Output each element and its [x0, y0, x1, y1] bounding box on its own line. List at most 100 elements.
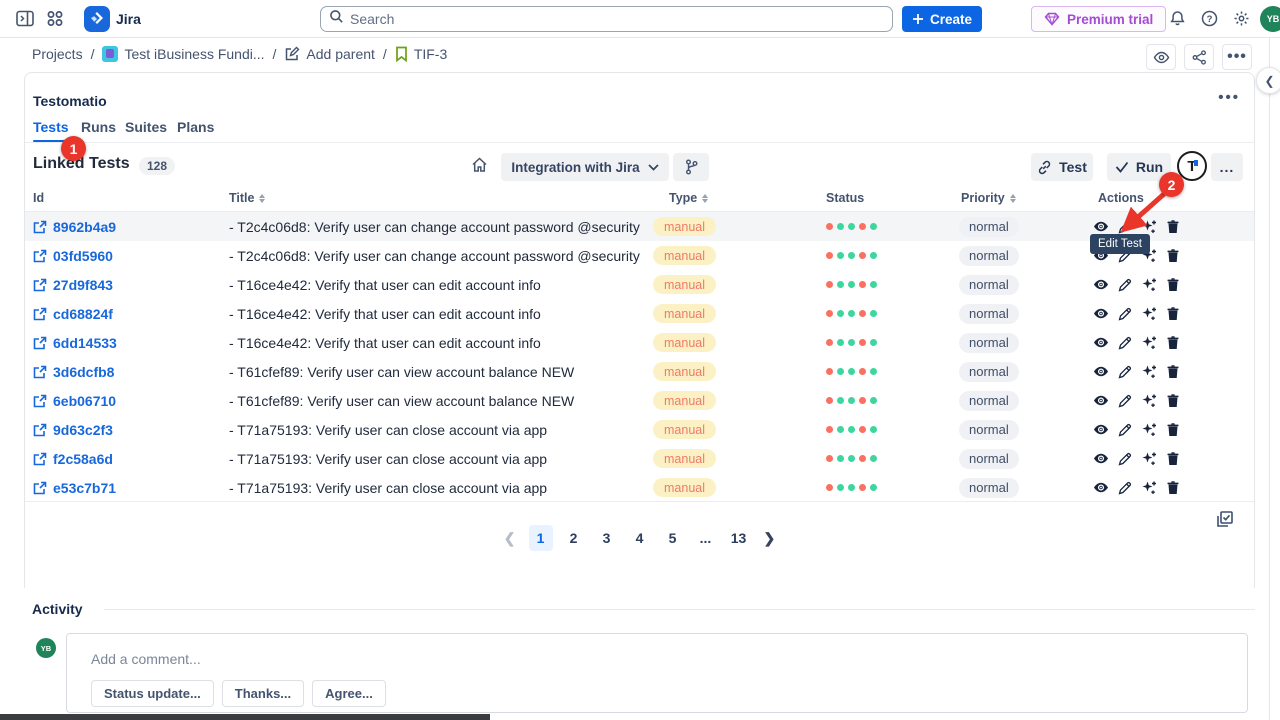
test-id-link[interactable]: 3d6dcfb8: [33, 357, 114, 386]
breadcrumb-project[interactable]: Test iBusiness Fundi...: [102, 46, 264, 62]
table-row[interactable]: 6eb06710- T61cfef89: Verify user can vie…: [25, 386, 1254, 415]
delete-button[interactable]: [1166, 451, 1180, 466]
create-button[interactable]: Create: [902, 6, 982, 32]
ai-button[interactable]: [1141, 422, 1157, 437]
delete-button[interactable]: [1166, 393, 1180, 408]
edit-pencil-icon: [1118, 307, 1132, 321]
ai-button[interactable]: [1141, 393, 1157, 408]
premium-trial-button[interactable]: Premium trial: [1031, 6, 1166, 32]
edit-button[interactable]: [1118, 278, 1132, 292]
table-row[interactable]: 8962b4a9- T2c4c06d8: Verify user can cha…: [25, 212, 1254, 241]
delete-button[interactable]: [1166, 219, 1180, 234]
view-button[interactable]: [1093, 336, 1109, 349]
table-row[interactable]: f2c58a6d- T71a75193: Verify user can clo…: [25, 444, 1254, 473]
pagination-prev[interactable]: ❮: [500, 530, 520, 547]
ai-button[interactable]: [1141, 306, 1157, 321]
delete-button[interactable]: [1166, 364, 1180, 379]
delete-button[interactable]: [1166, 335, 1180, 350]
quick-reply-thanks[interactable]: Thanks...: [222, 680, 304, 707]
pagination-page-4[interactable]: 4: [628, 525, 652, 551]
tab-plans[interactable]: Plans: [177, 119, 214, 135]
home-icon[interactable]: [471, 157, 488, 178]
more-actions-button[interactable]: •••: [1222, 44, 1252, 70]
edit-button[interactable]: [1118, 394, 1132, 408]
test-id-link[interactable]: cd68824f: [33, 299, 113, 328]
ai-button[interactable]: [1141, 364, 1157, 379]
delete-button[interactable]: [1166, 422, 1180, 437]
delete-button[interactable]: [1166, 277, 1180, 292]
view-button[interactable]: [1093, 278, 1109, 291]
notifications-bell-icon[interactable]: [1169, 10, 1186, 27]
test-id-link[interactable]: 03fd5960: [33, 241, 113, 270]
delete-button[interactable]: [1166, 480, 1180, 495]
test-id-link[interactable]: f2c58a6d: [33, 444, 113, 473]
comment-box[interactable]: Add a comment... Status update... Thanks…: [66, 633, 1248, 713]
share-button[interactable]: [1184, 44, 1214, 70]
edit-button[interactable]: [1118, 220, 1132, 234]
test-id-link[interactable]: 8962b4a9: [33, 212, 116, 241]
edit-button[interactable]: [1118, 307, 1132, 321]
view-button[interactable]: [1093, 481, 1109, 494]
help-icon[interactable]: ?: [1201, 10, 1218, 27]
test-id-link[interactable]: 9d63c2f3: [33, 415, 113, 444]
table-row[interactable]: 03fd5960- T2c4c06d8: Verify user can cha…: [25, 241, 1254, 270]
delete-button[interactable]: [1166, 306, 1180, 321]
pagination-page-3[interactable]: 3: [595, 525, 619, 551]
quick-reply-status-update[interactable]: Status update...: [91, 680, 214, 707]
edit-button[interactable]: [1118, 365, 1132, 379]
sidebar-toggle-icon[interactable]: [16, 10, 34, 27]
panel-more-button[interactable]: •••: [1218, 89, 1240, 106]
view-button[interactable]: [1093, 365, 1109, 378]
global-search[interactable]: [320, 6, 893, 32]
settings-gear-icon[interactable]: [1233, 10, 1250, 27]
ai-button[interactable]: [1141, 480, 1157, 495]
ai-button[interactable]: [1141, 277, 1157, 292]
quick-reply-agree[interactable]: Agree...: [312, 680, 386, 707]
tab-suites[interactable]: Suites: [125, 119, 167, 135]
pagination-page-2[interactable]: 2: [562, 525, 586, 551]
table-row[interactable]: e53c7b71- T71a75193: Verify user can clo…: [25, 473, 1254, 502]
edit-button[interactable]: [1118, 423, 1132, 437]
comment-input[interactable]: Add a comment...: [91, 651, 201, 667]
table-row[interactable]: cd68824f- T16ce4e42: Verify that user ca…: [25, 299, 1254, 328]
ai-button[interactable]: [1141, 219, 1157, 234]
table-row[interactable]: 3d6dcfb8- T61cfef89: Verify user can vie…: [25, 357, 1254, 386]
view-button[interactable]: [1093, 452, 1109, 465]
git-branch-button[interactable]: [673, 153, 709, 181]
test-id-link[interactable]: e53c7b71: [33, 473, 116, 502]
pagination-page-1[interactable]: 1: [529, 525, 553, 551]
tab-runs[interactable]: Runs: [81, 119, 116, 135]
pagination-next[interactable]: ❯: [760, 530, 780, 547]
issue-key-link[interactable]: TIF-3: [395, 46, 447, 62]
pagination-page-13[interactable]: 13: [727, 525, 751, 551]
panel-more-menu-button[interactable]: ...: [1211, 153, 1243, 181]
test-id-link[interactable]: 6eb06710: [33, 386, 116, 415]
table-row[interactable]: 27d9f843- T16ce4e42: Verify that user ca…: [25, 270, 1254, 299]
collapse-rail-button[interactable]: ❮: [1256, 67, 1280, 94]
jira-logo-icon[interactable]: [84, 6, 110, 32]
tab-tests[interactable]: Tests: [33, 119, 69, 135]
ai-button[interactable]: [1141, 451, 1157, 466]
test-id-link[interactable]: 6dd14533: [33, 328, 117, 357]
table-row[interactable]: 9d63c2f3- T71a75193: Verify user can clo…: [25, 415, 1254, 444]
app-switcher-icon[interactable]: [46, 10, 64, 27]
search-input[interactable]: [350, 11, 830, 27]
add-parent-button[interactable]: Add parent: [284, 46, 375, 62]
delete-button[interactable]: [1166, 248, 1180, 263]
view-button[interactable]: [1093, 220, 1109, 233]
branch-filter-dropdown[interactable]: Integration with Jira: [501, 153, 669, 181]
edit-button[interactable]: [1118, 452, 1132, 466]
edit-button[interactable]: [1118, 481, 1132, 495]
view-button[interactable]: [1093, 394, 1109, 407]
user-avatar[interactable]: YB: [1260, 6, 1280, 32]
ai-button[interactable]: [1141, 335, 1157, 350]
link-test-button[interactable]: Test: [1031, 153, 1093, 181]
pagination-page-5[interactable]: 5: [661, 525, 685, 551]
test-id-link[interactable]: 27d9f843: [33, 270, 113, 299]
breadcrumb-projects[interactable]: Projects: [32, 46, 83, 62]
view-button[interactable]: [1093, 423, 1109, 436]
watch-eye-button[interactable]: [1146, 44, 1176, 70]
edit-button[interactable]: [1118, 336, 1132, 350]
table-row[interactable]: 6dd14533- T16ce4e42: Verify that user ca…: [25, 328, 1254, 357]
view-button[interactable]: [1093, 307, 1109, 320]
